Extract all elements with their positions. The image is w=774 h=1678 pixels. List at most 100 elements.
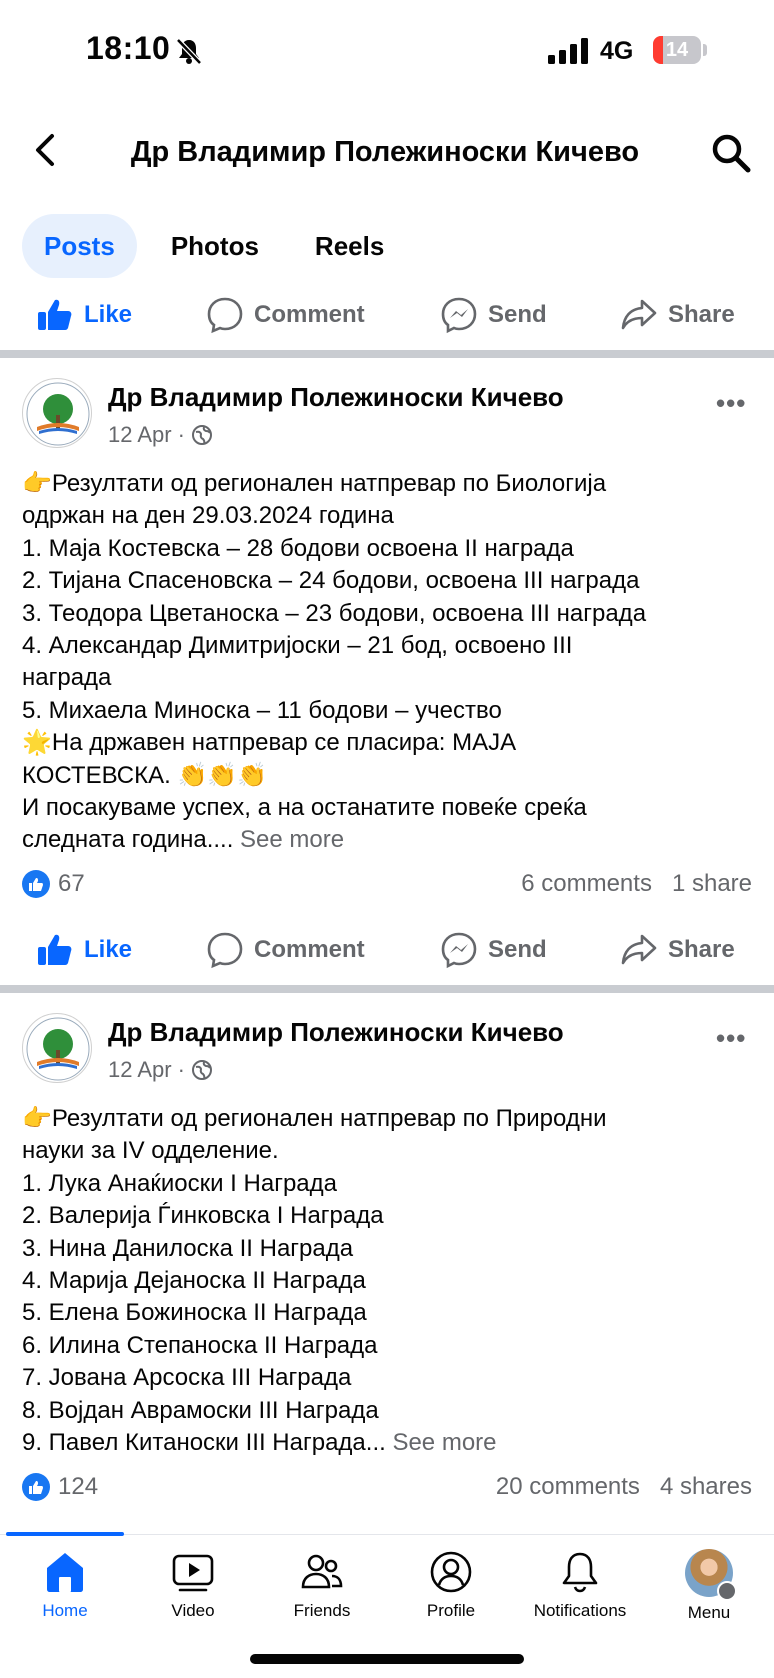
comment-label: Comment: [254, 301, 365, 328]
post-meta: 12 Apr ·: [108, 422, 213, 448]
post-line: 1. Маја Костевска – 28 бодови освоена II…: [22, 534, 574, 562]
bell-off-icon: [176, 38, 202, 65]
send-button[interactable]: Send: [440, 920, 547, 980]
nav-menu[interactable]: Menu: [644, 1549, 774, 1623]
page-header: Др Владимир Полежиноски Кичево: [0, 120, 774, 190]
nav-home-label: Home: [42, 1601, 88, 1620]
post-line: И посакуваме успех, а на останатите пове…: [22, 794, 587, 822]
comment-icon: [207, 932, 243, 969]
nav-menu-label: Menu: [687, 1603, 731, 1622]
school-logo-icon: [26, 1017, 90, 1081]
meta-separator: ·: [177, 1057, 185, 1082]
like-icon: [38, 299, 72, 330]
tab-reels[interactable]: Reels: [293, 214, 406, 278]
globe-icon: [191, 425, 212, 445]
post-line: награда: [22, 664, 112, 692]
nav-profile-label: Profile: [426, 1601, 476, 1620]
school-logo-icon: [26, 382, 90, 446]
post-author[interactable]: Др Владимир Полежиноски Кичево: [108, 382, 564, 413]
home-indicator: [250, 1654, 524, 1664]
profile-tabs: Posts Photos Reels: [22, 214, 406, 278]
post-line: 2. Валерија Ѓинковска I Награда: [22, 1202, 384, 1230]
nav-home[interactable]: Home: [0, 1549, 130, 1621]
page-title: Др Владимир Полежиноски Кичево: [130, 136, 640, 168]
video-icon: [172, 1554, 214, 1592]
like-count[interactable]: 67: [58, 870, 85, 898]
post-text: 👉Резултати од регионален натпревар по Би…: [22, 468, 762, 857]
post-line: 👉Резултати од регионален натпревар по Би…: [22, 470, 607, 497]
comments-shares-count[interactable]: 20 comments 4 shares: [496, 1473, 752, 1501]
send-button[interactable]: Send: [440, 285, 547, 345]
nav-friends[interactable]: Friends: [257, 1549, 387, 1621]
see-more-link[interactable]: See more: [392, 1429, 496, 1456]
status-time: 18:10: [86, 30, 171, 66]
send-label: Send: [488, 936, 547, 963]
profile-icon: [430, 1551, 472, 1593]
comment-button[interactable]: Comment: [206, 285, 365, 345]
tab-posts[interactable]: Posts: [22, 214, 137, 278]
nav-notifications[interactable]: Notifications: [515, 1549, 645, 1621]
comment-icon: [207, 297, 243, 334]
post-line: 🌟На државен натпревар се пласира: МАЈА: [22, 729, 517, 757]
tab-photos[interactable]: Photos: [149, 214, 281, 278]
post-stats: 124 20 comments 4 shares: [22, 1471, 752, 1505]
post-last-line: следната година....: [22, 826, 234, 854]
like-label: Like: [84, 301, 133, 328]
post-action-bar: Like Comment Send Share: [0, 920, 774, 980]
nav-friends-label: Friends: [293, 1601, 351, 1620]
status-bar: 18:10 4G 14: [0, 0, 774, 100]
feed-divider: [0, 985, 774, 993]
post-line: 1. Лука Анаќиоски I Награда: [22, 1169, 337, 1197]
post-line: 4. Александар Димитријоски – 21 бод, осв…: [22, 632, 573, 660]
post-author[interactable]: Др Владимир Полежиноски Кичево: [108, 1017, 564, 1048]
like-button[interactable]: Like: [36, 285, 132, 345]
page-avatar[interactable]: [22, 1013, 92, 1083]
home-icon: [47, 1553, 83, 1592]
post-line-last: следната година.... See more: [22, 824, 762, 856]
more-options-icon[interactable]: •••: [716, 1023, 746, 1054]
menu-avatar: [685, 1549, 737, 1601]
nav-notifications-label: Notifications: [533, 1601, 627, 1620]
post-line: 4. Марија Дејаноска II Награда: [22, 1267, 366, 1295]
send-label: Send: [488, 301, 547, 328]
nav-profile[interactable]: Profile: [386, 1549, 516, 1621]
share-label: Share: [668, 936, 735, 963]
post-line: КОСТЕВСКА. 👏👏👏: [22, 761, 268, 789]
post-line: 3. Теодора Цветаноска – 23 бодови, освое…: [22, 599, 647, 627]
post: Др Владимир Полежиноски Кичево 12 Apr · …: [0, 1013, 774, 1533]
like-icon: [38, 934, 72, 965]
comments-shares-count[interactable]: 6 comments 1 share: [521, 870, 752, 898]
menu-badge-icon: [717, 1581, 737, 1601]
nav-video[interactable]: Video: [128, 1549, 258, 1621]
share-button[interactable]: Share: [620, 920, 735, 980]
post-line: 7. Јована Арсоска III Награда: [22, 1364, 352, 1392]
active-tab-indicator: [6, 1532, 124, 1536]
feed-divider: [0, 350, 774, 358]
post-line: 2. Тијана Спасеновска – 24 бодови, освое…: [22, 567, 640, 595]
network-type: 4G: [600, 37, 634, 65]
back-arrow-icon[interactable]: [26, 130, 66, 170]
more-options-icon[interactable]: •••: [716, 388, 746, 419]
share-icon: [621, 934, 657, 965]
comment-label: Comment: [254, 936, 365, 963]
post-text: 👉Резултати од регионален натпревар по Пр…: [22, 1103, 762, 1459]
page-avatar[interactable]: [22, 378, 92, 448]
battery-icon: 14: [653, 36, 701, 64]
post-line: одржан на ден 29.03.2024 година: [22, 502, 394, 530]
share-button[interactable]: Share: [620, 285, 735, 345]
post-stats: 67 6 comments 1 share: [22, 868, 752, 902]
globe-icon: [191, 1060, 212, 1080]
post-line: 6. Илина Степаноска II Награда: [22, 1331, 378, 1359]
post-meta: 12 Apr ·: [108, 1057, 213, 1083]
action-bar: Like Comment Send Share: [0, 285, 774, 345]
like-count[interactable]: 124: [58, 1473, 98, 1501]
search-icon[interactable]: [710, 132, 752, 174]
like-button[interactable]: Like: [36, 920, 132, 980]
see-more-link[interactable]: See more: [240, 826, 344, 853]
post-line: науки за IV одделение.: [22, 1137, 279, 1165]
comment-button[interactable]: Comment: [206, 920, 365, 980]
signal-icon: [548, 38, 588, 64]
post-last-line: 9. Павел Китаноски III Награда...: [22, 1429, 386, 1457]
post-line: 8. Војдан Аврамоски III Награда: [22, 1396, 379, 1424]
like-reaction-icon: [22, 1473, 50, 1501]
